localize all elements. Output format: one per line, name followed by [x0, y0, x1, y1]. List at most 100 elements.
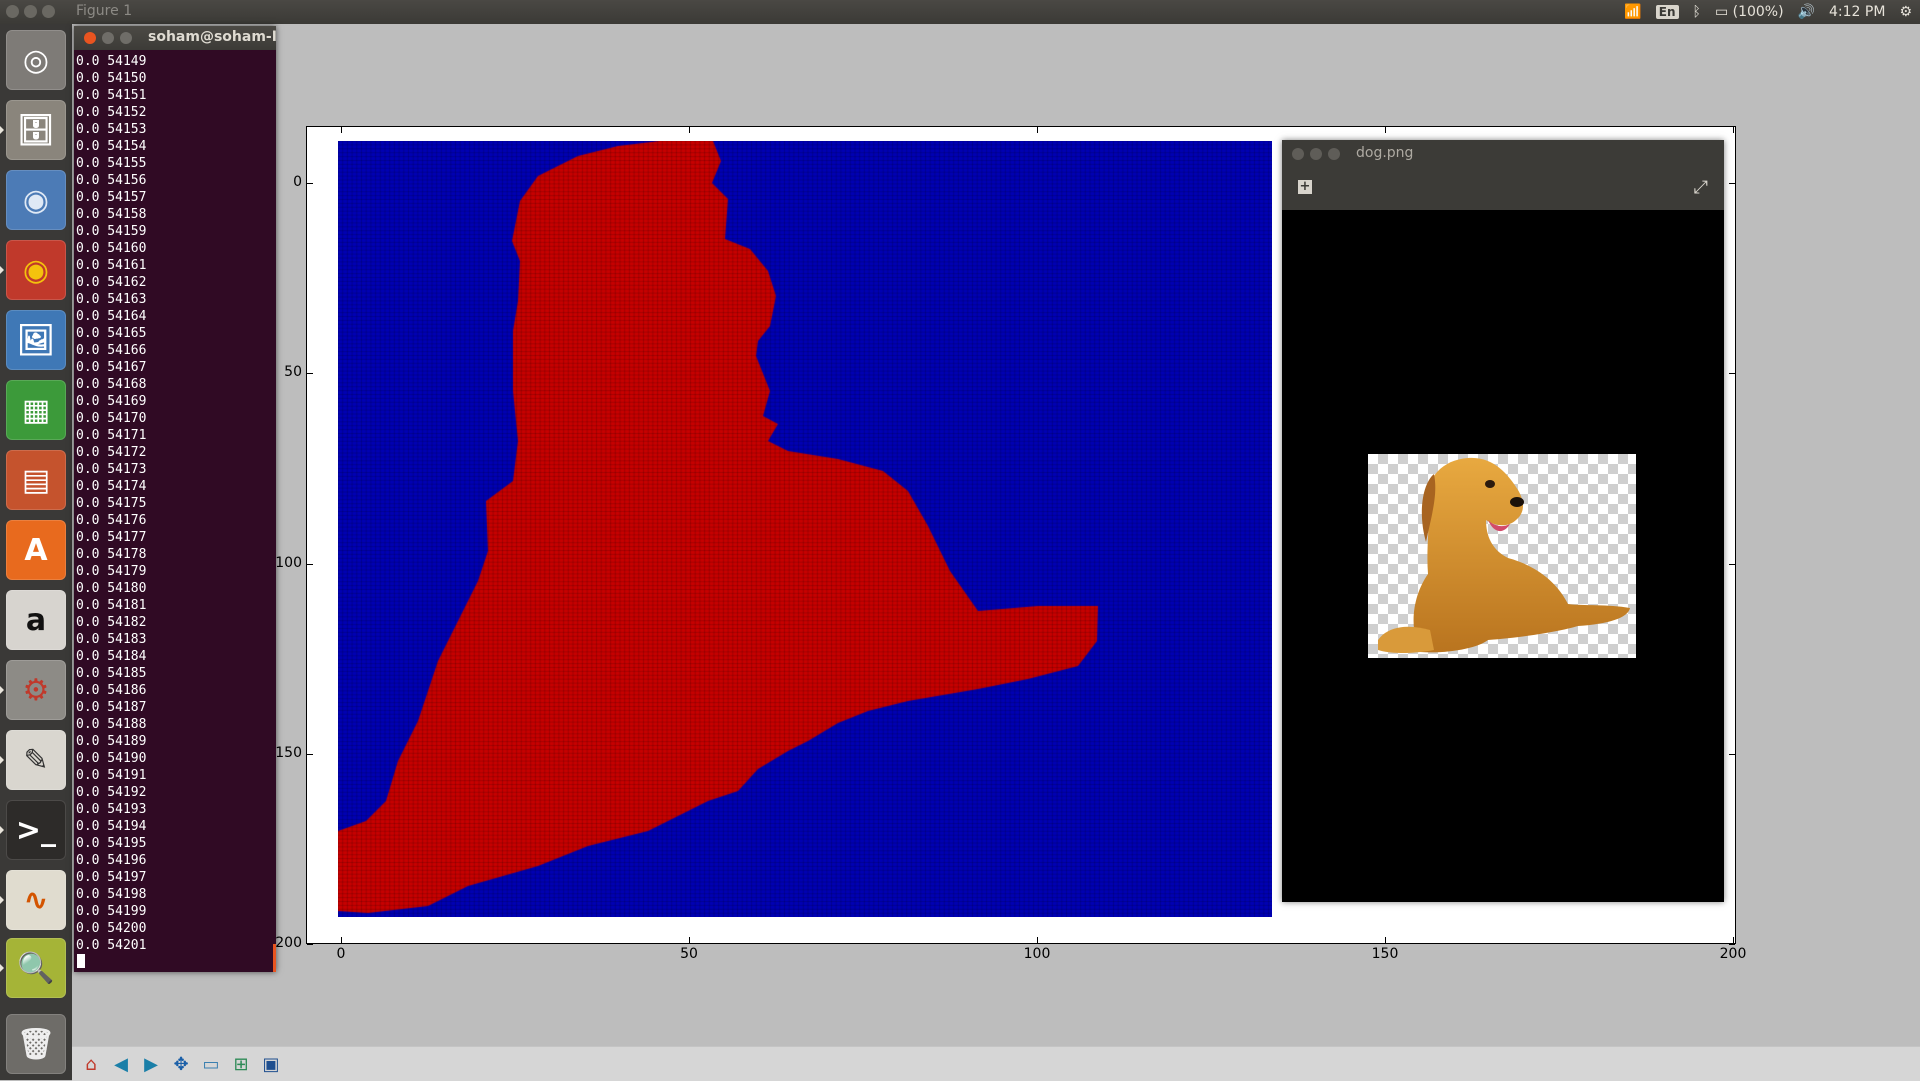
maximize-window-button[interactable] — [42, 5, 55, 18]
viewer-maximize-button[interactable] — [1328, 148, 1340, 160]
x-tick-mark — [689, 937, 690, 943]
terminal-minimize-button[interactable] — [102, 32, 114, 44]
x-tick-label: 0 — [336, 946, 346, 962]
battery-indicator[interactable]: ▭ (100%) — [1715, 4, 1784, 20]
terminal-line: 0.0 54174 — [76, 479, 147, 494]
x-tick-mark — [1385, 937, 1386, 943]
x-tick-mark — [1385, 127, 1386, 133]
y-tick-mark — [307, 183, 313, 184]
terminal-line: 0.0 54185 — [76, 666, 147, 681]
presentation-icon[interactable]: ▤ — [6, 450, 66, 510]
spreadsheet-icon[interactable]: ▦ — [6, 380, 66, 440]
battery-percentage: (100%) — [1732, 4, 1784, 20]
x-tick-label: 150 — [1371, 946, 1399, 962]
launcher: ◎ 🗄 ◉ ◉ 🖼 ▦ ▤ Aa ⚙ ✎ >_ ∿ 🔍 🗑 — [0, 24, 72, 1080]
plus-square-icon[interactable]: + — [1298, 180, 1312, 194]
terminal-window[interactable]: soham@soham-I 0.0 54149 0.0 54150 0.0 5415… — [74, 26, 276, 972]
terminal-line: 0.0 54172 — [76, 445, 147, 460]
viewer-close-button[interactable] — [1292, 148, 1304, 160]
terminal-line: 0.0 54163 — [76, 292, 147, 307]
chromium-icon[interactable]: ◉ — [6, 170, 66, 230]
amazon-icon[interactable]: a — [6, 590, 66, 650]
system-tray: 📶 En ᛒ ▭ (100%) 🔊 4:12 PM ⚙ — [1624, 0, 1912, 24]
image-viewer-icon[interactable]: 🖼 — [6, 310, 66, 370]
terminal-line: 0.0 54197 — [76, 870, 147, 885]
y-tick-mark — [1729, 563, 1735, 565]
x-tick-label: 50 — [680, 946, 698, 962]
close-window-button[interactable] — [6, 5, 19, 18]
keyboard-language-indicator[interactable]: En — [1655, 5, 1679, 19]
terminal-line: 0.0 54152 — [76, 105, 147, 120]
viewer-minimize-button[interactable] — [1310, 148, 1322, 160]
terminal-titlebar[interactable]: soham@soham-I — [74, 26, 276, 50]
wifi-icon[interactable]: 📶 — [1624, 4, 1641, 20]
image-search-icon[interactable]: 🔍 — [6, 938, 66, 998]
ubuntu-dash-icon[interactable]: ◎ — [6, 30, 66, 90]
terminal-close-button[interactable] — [84, 32, 96, 44]
minimize-window-button[interactable] — [24, 5, 37, 18]
dog-image — [1368, 454, 1636, 658]
viewer-title: dog.png — [1356, 145, 1414, 161]
files-icon[interactable]: 🗄 — [6, 100, 66, 160]
back-button[interactable]: ◀ — [108, 1052, 134, 1076]
top-panel: Figure 1 📶 En ᛒ ▭ (100%) 🔊 4:12 PM ⚙ — [0, 0, 1920, 24]
volume-icon[interactable]: 🔊 — [1798, 4, 1815, 20]
forward-button[interactable]: ▶ — [138, 1052, 164, 1076]
terminal-line: 0.0 54180 — [76, 581, 147, 596]
terminal-line: 0.0 54167 — [76, 360, 147, 375]
mask-image-plot[interactable] — [338, 141, 1272, 917]
running-indicator — [0, 686, 4, 694]
terminal-output[interactable]: 0.0 54149 0.0 54150 0.0 54151 0.0 54152 0.0 … — [76, 53, 146, 954]
terminal-line: 0.0 54166 — [76, 343, 147, 358]
x-tick-mark — [341, 937, 342, 943]
save-figure-button[interactable]: ▣ — [258, 1052, 284, 1076]
terminal-line: 0.0 54179 — [76, 564, 147, 579]
terminal-line: 0.0 54160 — [76, 241, 147, 256]
y-tick-mark — [1729, 944, 1735, 945]
terminal-line: 0.0 54173 — [76, 462, 147, 477]
home-button[interactable]: ⌂ — [78, 1052, 104, 1076]
clock[interactable]: 4:12 PM — [1829, 4, 1885, 20]
dog-illustration — [1378, 457, 1630, 653]
terminal-cursor — [77, 954, 85, 968]
terminal-line: 0.0 54151 — [76, 88, 147, 103]
configure-subplots-button[interactable]: ⊞ — [228, 1052, 254, 1076]
terminal-line: 0.0 54195 — [76, 836, 147, 851]
terminal-line: 0.0 54150 — [76, 71, 147, 86]
text-editor-icon[interactable]: ✎ — [6, 730, 66, 790]
terminal-line: 0.0 54200 — [76, 921, 147, 936]
pan-button[interactable]: ✥ — [168, 1052, 194, 1076]
terminal-line: 0.0 54161 — [76, 258, 147, 273]
running-indicator — [0, 756, 4, 764]
terminal-line: 0.0 54183 — [76, 632, 147, 647]
viewer-titlebar[interactable]: dog.png — [1282, 140, 1724, 168]
y-tick-mark — [1729, 373, 1735, 375]
terminal-line: 0.0 54149 — [76, 54, 147, 69]
software-center-icon[interactable]: A — [6, 520, 66, 580]
x-tick-label: 100 — [1023, 946, 1051, 962]
terminal-line: 0.0 54186 — [76, 683, 147, 698]
x-tick-mark — [341, 127, 342, 133]
terminal-line: 0.0 54176 — [76, 513, 147, 528]
chrome-icon[interactable]: ◉ — [6, 240, 66, 300]
settings-gear-icon[interactable]: ⚙ — [1899, 4, 1912, 20]
bluetooth-icon[interactable]: ᛒ — [1693, 4, 1701, 20]
zoom-rect-button[interactable]: ▭ — [198, 1052, 224, 1076]
terminal-line: 0.0 54196 — [76, 853, 147, 868]
system-settings-icon[interactable]: ⚙ — [6, 660, 66, 720]
oscilloscope-icon[interactable]: ∿ — [6, 870, 66, 930]
terminal-maximize-button[interactable] — [120, 32, 132, 44]
terminal-scrollbar[interactable] — [273, 944, 276, 972]
terminal-line: 0.0 54155 — [76, 156, 147, 171]
y-tick-mark — [307, 944, 313, 945]
terminal-line: 0.0 54171 — [76, 428, 147, 443]
terminal-icon[interactable]: >_ — [6, 800, 66, 860]
terminal-line: 0.0 54190 — [76, 751, 147, 766]
fullscreen-icon[interactable]: ⤢ — [1694, 177, 1708, 198]
image-viewer-window[interactable]: dog.png + ⤢ — [1282, 140, 1724, 902]
terminal-line: 0.0 54201 — [76, 938, 147, 953]
window-title: Figure 1 — [76, 3, 133, 19]
trash-icon[interactable]: 🗑 — [6, 1014, 66, 1074]
terminal-line: 0.0 54192 — [76, 785, 147, 800]
terminal-line: 0.0 54182 — [76, 615, 147, 630]
